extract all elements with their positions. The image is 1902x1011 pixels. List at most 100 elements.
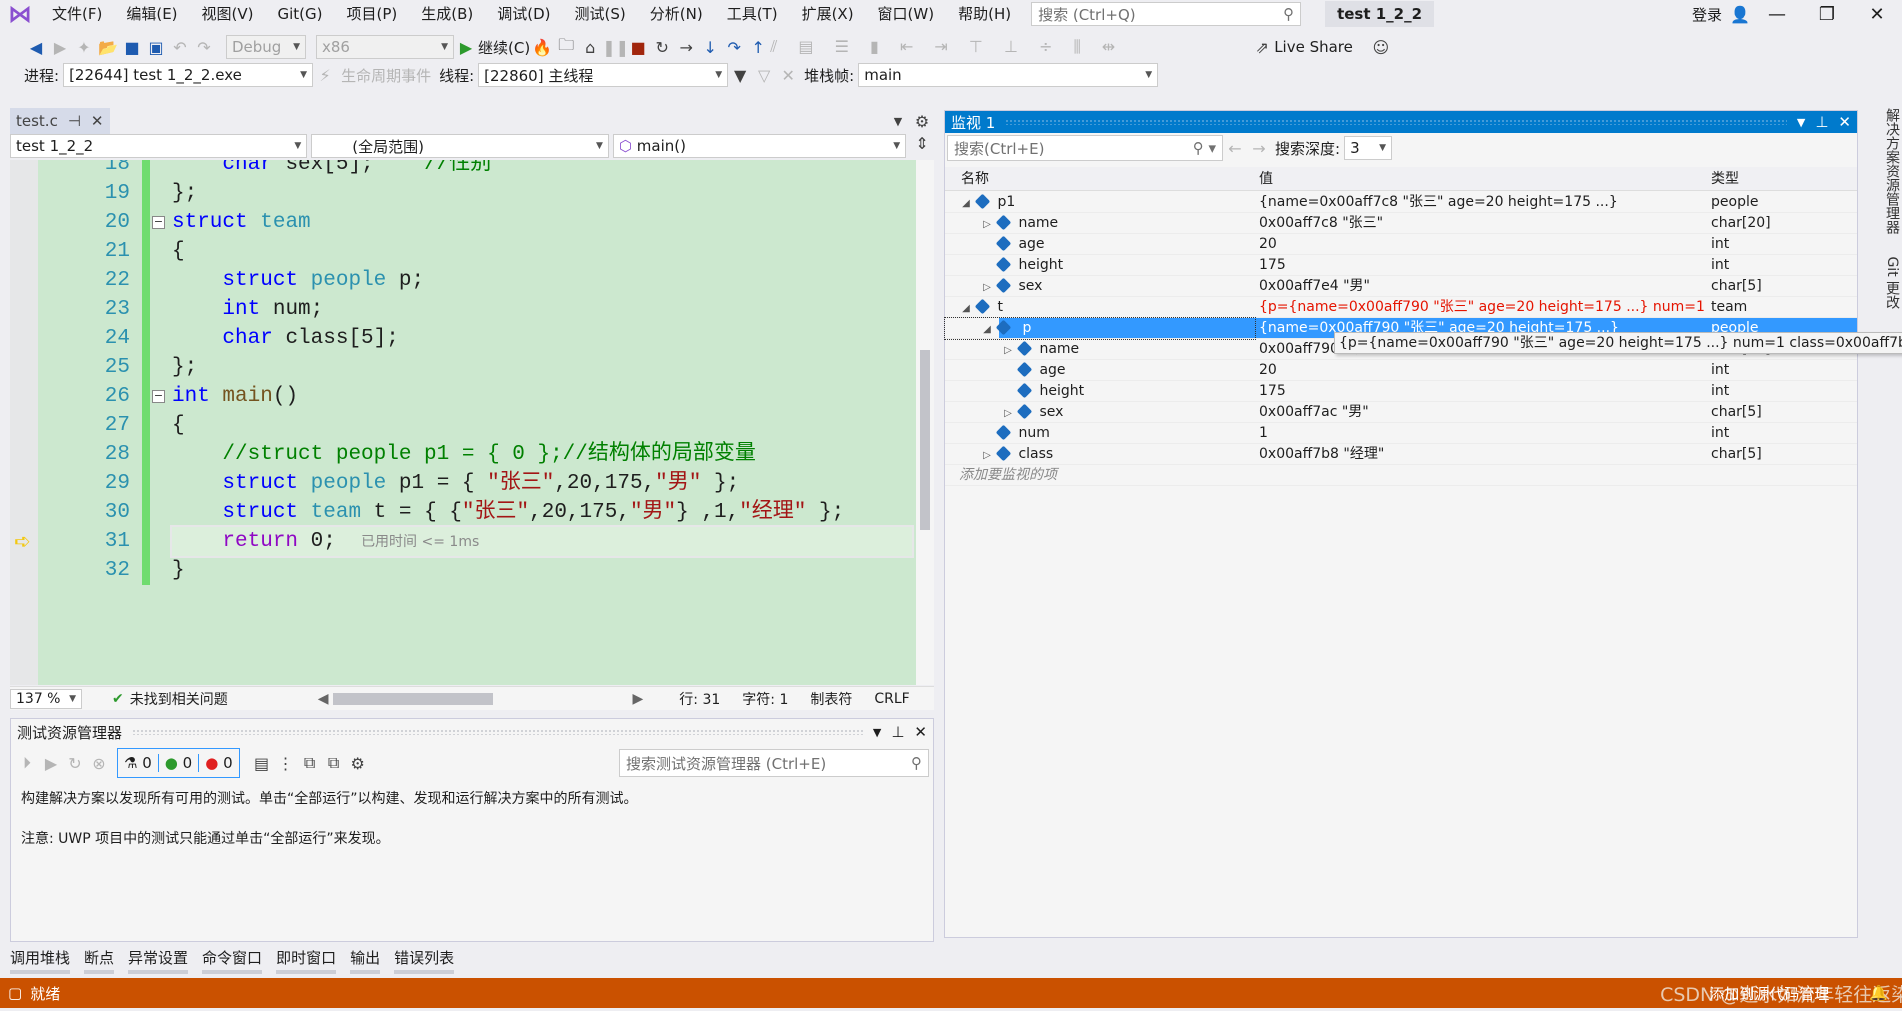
process-combo[interactable]: [22644] test 1_2_2.exe ▼ xyxy=(63,63,314,87)
watch-value[interactable]: 0x00aff7b8 "经理" xyxy=(1259,444,1707,465)
watch-row[interactable]: num 1 int xyxy=(945,423,1857,444)
char-indicator[interactable]: 字符: 1 xyxy=(742,689,788,709)
watch-value[interactable]: {name=0x00aff7c8 "张三" age=20 height=175 … xyxy=(1259,192,1707,213)
pause-icon[interactable]: ❚❚ xyxy=(602,38,629,57)
bottom-tab[interactable]: 输出 xyxy=(350,945,381,974)
watch-value[interactable]: 0x00aff7ac "男" xyxy=(1259,402,1707,423)
code-line[interactable]: 19}; xyxy=(10,179,916,208)
zoom-combo[interactable]: 137 % ▼ xyxy=(10,688,82,709)
bottom-tab[interactable]: 断点 xyxy=(84,945,115,974)
step-into-icon[interactable]: ↓ xyxy=(698,38,722,57)
code-line[interactable]: 21 { xyxy=(10,237,916,266)
watch-row[interactable]: ◢ t {p={name=0x00aff790 "张三" age=20 heigh… xyxy=(945,297,1857,318)
code-line[interactable]: 30 struct team t = { {"张三",20,175,"男"} ,… xyxy=(10,498,916,527)
fold-toggle-icon[interactable]: − xyxy=(152,390,165,403)
home-icon[interactable]: ⌂ xyxy=(578,38,602,57)
run-all-icon[interactable]: ⏵ xyxy=(15,753,39,773)
tab-solution-explorer[interactable]: 解决方案资源管理器 xyxy=(1884,108,1900,234)
expand-toggle-icon[interactable]: ▷ xyxy=(1001,340,1015,361)
code-line[interactable]: 26 int main() xyxy=(10,382,916,411)
pin-icon[interactable]: ⊥ xyxy=(891,723,904,741)
tests-total-button[interactable]: ⚗ 0 xyxy=(118,754,158,772)
back-icon[interactable]: ← xyxy=(1223,139,1247,158)
menu-item[interactable]: 视图(V) xyxy=(190,0,266,28)
menu-item[interactable]: 编辑(E) xyxy=(114,0,189,28)
code-line[interactable]: 23 int num; xyxy=(10,295,916,324)
eol-indicator[interactable]: CRLF xyxy=(874,691,909,707)
user-icon[interactable]: 👤 xyxy=(1728,5,1752,24)
global-search-input[interactable]: 搜索 (Ctrl+Q) ⚲ xyxy=(1031,2,1302,26)
bottom-tab[interactable]: 即时窗口 xyxy=(276,945,337,974)
expand-toggle-icon[interactable]: ▷ xyxy=(1001,403,1015,424)
filter-clear-icon[interactable]: ▽ xyxy=(752,66,776,85)
menu-item[interactable]: 测试(S) xyxy=(563,0,638,28)
scroll-right-icon[interactable]: ▶ xyxy=(633,691,644,707)
close-tab-icon[interactable]: ✕ xyxy=(91,112,104,130)
watch-row[interactable]: height 175 int xyxy=(945,255,1857,276)
expand-toggle-icon[interactable]: ▷ xyxy=(980,214,994,235)
add-watch-item[interactable]: 添加要监视的项 xyxy=(945,465,1857,486)
watch-value[interactable]: 0x00aff7c8 "张三" xyxy=(1259,213,1707,234)
back-icon[interactable]: ◀ xyxy=(24,38,48,57)
watch-row[interactable]: ◢ p1 {name=0x00aff7c8 "张三" age=20 height=… xyxy=(945,192,1857,213)
watch-value[interactable]: 175 xyxy=(1259,255,1707,276)
watch-row[interactable]: age 20 int xyxy=(945,360,1857,381)
line-indicator[interactable]: 行: 31 xyxy=(679,689,720,709)
undo-icon[interactable]: ↶ xyxy=(168,38,192,57)
play-icon[interactable]: ▶ xyxy=(454,38,478,57)
search-depth-combo[interactable]: 3 ▼ xyxy=(1344,136,1393,160)
watch-row[interactable]: height 175 int xyxy=(945,381,1857,402)
flag-icon[interactable]: ✕ xyxy=(776,66,800,85)
watch-value[interactable]: 20 xyxy=(1259,234,1707,255)
menu-item[interactable]: 文件(F) xyxy=(40,0,114,28)
live-share-button[interactable]: Live Share xyxy=(1274,38,1353,56)
menu-item[interactable]: 项目(P) xyxy=(335,0,410,28)
stack-frame-combo[interactable]: main ▼ xyxy=(858,63,1159,87)
filter-icon[interactable]: ▼ xyxy=(728,66,752,85)
watch-value[interactable]: 20 xyxy=(1259,360,1707,381)
fold-toggle-icon[interactable]: − xyxy=(152,216,165,229)
code-line[interactable]: 32} xyxy=(10,556,916,585)
code-line[interactable]: 31 return 0; 已用时间 <= 1ms xyxy=(105,525,914,558)
thread-combo[interactable]: [22860] 主线程 ▼ xyxy=(478,63,729,87)
expand-toggle-icon[interactable]: ▷ xyxy=(980,445,994,466)
platform-combo[interactable]: x86 ▼ xyxy=(316,35,454,59)
code-line[interactable]: 25}; xyxy=(10,353,916,382)
expand-icon[interactable]: ⧉ xyxy=(298,753,322,773)
forward-icon[interactable]: → xyxy=(1247,139,1271,158)
notifications-icon[interactable]: 🔔 xyxy=(1869,984,1888,1002)
tab-test-c[interactable]: test.c ⊣ ✕ xyxy=(10,108,110,134)
scroll-left-icon[interactable]: ◀ xyxy=(318,691,329,707)
cancel-icon[interactable]: ⊗ xyxy=(87,754,111,773)
watch-value[interactable]: 0x00aff7e4 "男" xyxy=(1259,276,1707,297)
menu-item[interactable]: 工具(T) xyxy=(715,0,790,28)
tabs-indicator[interactable]: 制表符 xyxy=(810,689,852,709)
code-line[interactable]: 20 struct team xyxy=(10,208,916,237)
show-next-statement-icon[interactable]: → xyxy=(674,38,698,57)
bottom-tab[interactable]: 错误列表 xyxy=(394,945,455,974)
dropdown-icon[interactable]: ▼ xyxy=(873,726,881,739)
redo-icon[interactable]: ↷ xyxy=(192,38,216,57)
watch-value[interactable]: {p={name=0x00aff790 "张三" age=20 height=1… xyxy=(1259,297,1707,318)
minimize-button[interactable]: — xyxy=(1752,4,1802,25)
restart-icon[interactable]: ↻ xyxy=(650,38,674,57)
live-share-icon[interactable]: ⇗ xyxy=(1250,38,1274,57)
project-combo[interactable]: test 1_2_2 ▼ xyxy=(10,134,308,158)
code-line[interactable]: 27 { xyxy=(10,411,916,440)
menu-item[interactable]: 帮助(H) xyxy=(946,0,1023,28)
collapse-icon[interactable]: ⧉ xyxy=(322,753,346,773)
hot-reload-icon[interactable]: 🔥 xyxy=(530,38,554,57)
watch-row[interactable]: age 20 int xyxy=(945,234,1857,255)
lifecycle-events-button[interactable]: 生命周期事件 xyxy=(341,65,431,86)
menu-item[interactable]: 分析(N) xyxy=(638,0,715,28)
tab-git-changes[interactable]: Git 更改 xyxy=(1884,256,1900,309)
menu-item[interactable]: 调试(D) xyxy=(485,0,562,28)
dropdown-icon[interactable]: ▼ xyxy=(1797,116,1805,129)
save-all-icon[interactable]: ▣ xyxy=(144,38,168,57)
new-project-icon[interactable]: ✦ xyxy=(72,38,96,57)
code-line[interactable]: 24 char class[5]; xyxy=(10,324,916,353)
step-over-icon[interactable]: ↷ xyxy=(722,38,746,57)
menu-item[interactable]: 窗口(W) xyxy=(866,0,947,28)
bottom-tab[interactable]: 异常设置 xyxy=(128,945,189,974)
code-line[interactable]: 22 struct people p; xyxy=(10,266,916,295)
